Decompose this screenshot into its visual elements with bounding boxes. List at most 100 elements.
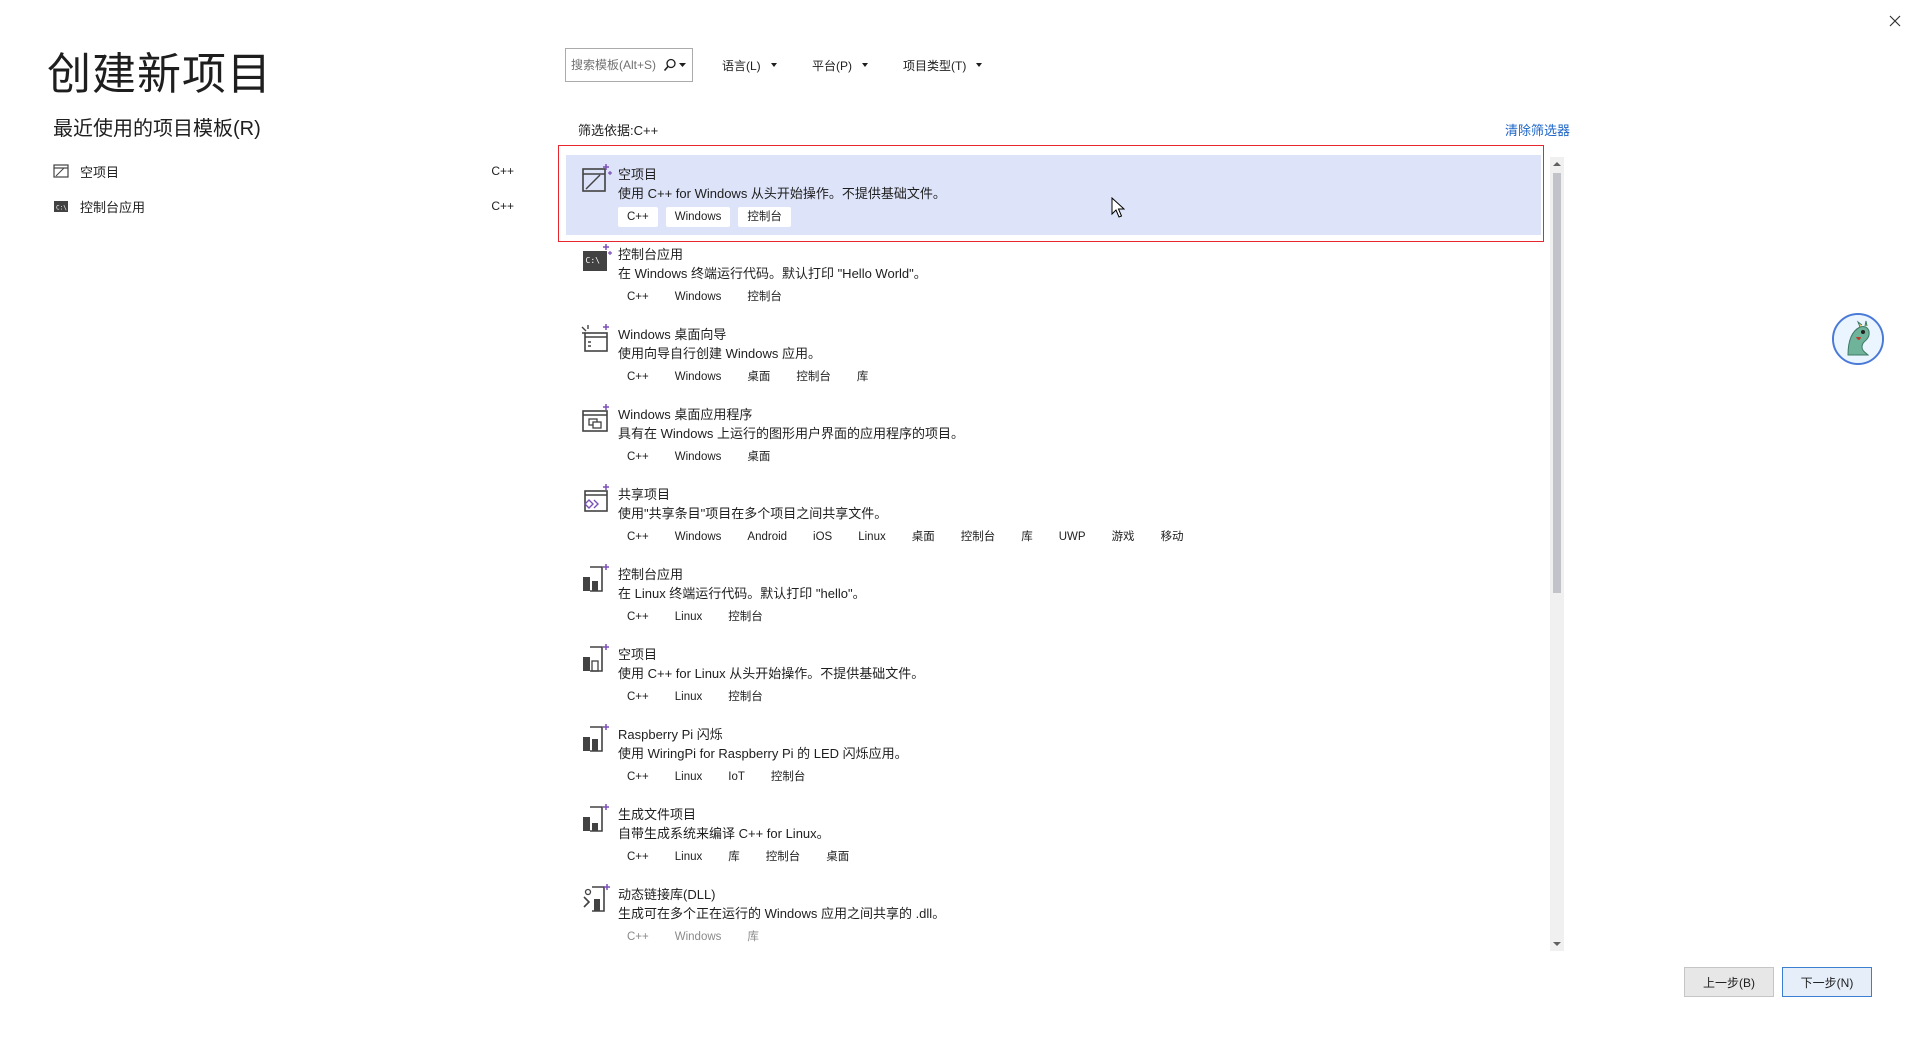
tag: 移动 [1160,531,1184,543]
template-item[interactable]: 空项目 使用 C++ for Windows 从头开始操作。不提供基础文件。 C… [566,155,1541,235]
empty-project-icon [582,164,612,192]
search-box[interactable] [565,48,693,82]
template-description: 使用 WiringPi for Raspberry Pi 的 LED 闪烁应用。 [618,746,908,761]
template-name: 动态链接库(DLL) [618,887,716,902]
linux-console-icon [583,564,609,592]
template-description: 自带生成系统来编译 C++ for Linux。 [618,826,830,841]
template-description: 在 Linux 终端运行代码。默认打印 "hello"。 [618,586,866,601]
scroll-thumb[interactable] [1553,173,1561,593]
tag: C++ [627,931,649,943]
search-input[interactable] [571,58,661,72]
recent-item-empty-project[interactable]: 空项目 C++ [52,154,522,188]
template-tags: C++ Linux IoT 控制台 [618,767,814,787]
tag: Windows [674,371,722,383]
tag: Android [747,531,788,543]
template-tags: C++ Linux 库 控制台 桌面 [618,847,858,867]
platform-filter-dropdown[interactable]: 平台(P) [812,48,868,82]
desktop-app-icon [582,404,609,432]
tag: 控制台 [770,771,806,783]
back-button[interactable]: 上一步(B) [1684,967,1774,997]
template-description: 使用"共享条目"项目在多个项目之间共享文件。 [618,506,888,521]
tag: 桌面 [747,451,771,463]
tag: C++ [627,291,649,303]
language-filter-label: 语言(L) [722,58,761,73]
tag: IoT [728,771,745,783]
template-item[interactable]: Raspberry Pi 闪烁 使用 WiringPi for Raspberr… [566,715,1541,795]
tag: 桌面 [911,531,935,543]
close-button[interactable] [1880,6,1910,36]
tag: C++ [627,451,649,463]
template-tags: C++ Linux 控制台 [618,687,772,707]
chevron-down-icon[interactable] [679,62,686,68]
project-type-filter-label: 项目类型(T) [903,58,967,73]
chevron-down-icon [1553,942,1561,946]
tag: C++ [627,851,649,863]
template-item[interactable]: 动态链接库(DLL) 生成可在多个正在运行的 Windows 应用之间共享的 .… [566,875,1541,951]
makefile-project-icon [583,804,609,832]
template-name: Windows 桌面向导 [618,327,727,342]
chevron-up-icon [1553,162,1561,166]
template-item[interactable]: Windows 桌面应用程序 具有在 Windows 上运行的图形用户界面的应用… [566,395,1541,475]
linux-empty-icon [583,644,609,672]
chevron-down-icon [976,63,983,67]
tag: C++ [627,691,649,703]
raspberry-pi-icon [583,724,609,752]
tag: UWP [1058,531,1086,543]
recent-item-console-app[interactable]: C:\ 控制台应用 C++ [52,189,522,223]
template-description: 使用向导自行创建 Windows 应用。 [618,346,821,361]
avatar[interactable] [1832,313,1884,365]
template-list-scrollbar[interactable] [1550,157,1564,951]
search-icon [663,58,676,72]
template-item[interactable]: Windows 桌面向导 使用向导自行创建 Windows 应用。 C++ Wi… [566,315,1541,395]
template-description: 使用 C++ for Windows 从头开始操作。不提供基础文件。 [618,186,946,201]
filter-by-label: 筛选依据:C++ [578,123,659,138]
dll-icon [583,884,610,912]
template-name: 共享项目 [618,487,671,502]
scroll-up-button[interactable] [1550,157,1564,171]
tag: iOS [813,531,833,543]
template-description: 使用 C++ for Linux 从头开始操作。不提供基础文件。 [618,666,925,681]
chevron-down-icon [862,63,868,67]
console-app-icon: C:\ [54,201,68,212]
template-item[interactable]: C:\ 控制台应用 在 Windows 终端运行代码。默认打印 "Hello W… [566,235,1541,315]
close-icon [1889,15,1901,27]
tag: 控制台 [747,291,782,303]
clear-filter-link[interactable]: 清除筛选器 [1505,120,1570,139]
empty-project-icon [53,164,69,178]
template-tags: C++ Windows 桌面 [618,447,779,467]
project-type-filter-dropdown[interactable]: 项目类型(T) [903,48,983,82]
template-tags: C++ Linux 控制台 [618,607,772,627]
shared-project-icon [584,484,609,512]
tag: 桌面 [826,851,850,863]
scroll-down-button[interactable] [1550,937,1564,951]
tag: Linux [674,611,703,623]
template-item[interactable]: 生成文件项目 自带生成系统来编译 C++ for Linux。 C++ Linu… [566,795,1541,875]
tag: C++ [627,371,649,383]
tag: Windows [665,207,731,227]
language-filter-dropdown[interactable]: 语言(L) [722,48,777,82]
recent-item-lang: C++ [491,199,514,213]
next-button[interactable]: 下一步(N) [1782,967,1872,997]
template-tags: C++ Windows 控制台 [618,287,791,307]
svg-text:C:\: C:\ [56,205,67,212]
template-description: 生成可在多个正在运行的 Windows 应用之间共享的 .dll。 [618,906,946,921]
tag: 控制台 [738,207,791,227]
tag: Windows [674,451,722,463]
tag: 桌面 [747,371,771,383]
page-title: 创建新项目 [47,50,272,99]
template-description: 在 Windows 终端运行代码。默认打印 "Hello World"。 [618,266,927,281]
svg-text:C:\: C:\ [586,256,601,265]
template-name: 生成文件项目 [618,807,697,822]
tag: 控制台 [728,611,763,623]
template-item[interactable]: 共享项目 使用"共享条目"项目在多个项目之间共享文件。 C++ Windows … [566,475,1541,555]
template-tags: C++ Windows 控制台 [618,207,791,227]
template-item[interactable]: 控制台应用 在 Linux 终端运行代码。默认打印 "hello"。 C++ L… [566,555,1541,635]
tag: 控制台 [796,371,831,383]
chevron-down-icon [770,63,777,67]
tag: Linux [674,851,703,863]
template-item[interactable]: 空项目 使用 C++ for Linux 从头开始操作。不提供基础文件。 C++… [566,635,1541,715]
tag: C++ [627,531,649,543]
tag: Linux [674,691,703,703]
template-tags: C++ Windows 库 [618,927,768,947]
template-tags: C++ Windows Android iOS Linux 桌面 控制台 库 U… [618,527,1193,547]
